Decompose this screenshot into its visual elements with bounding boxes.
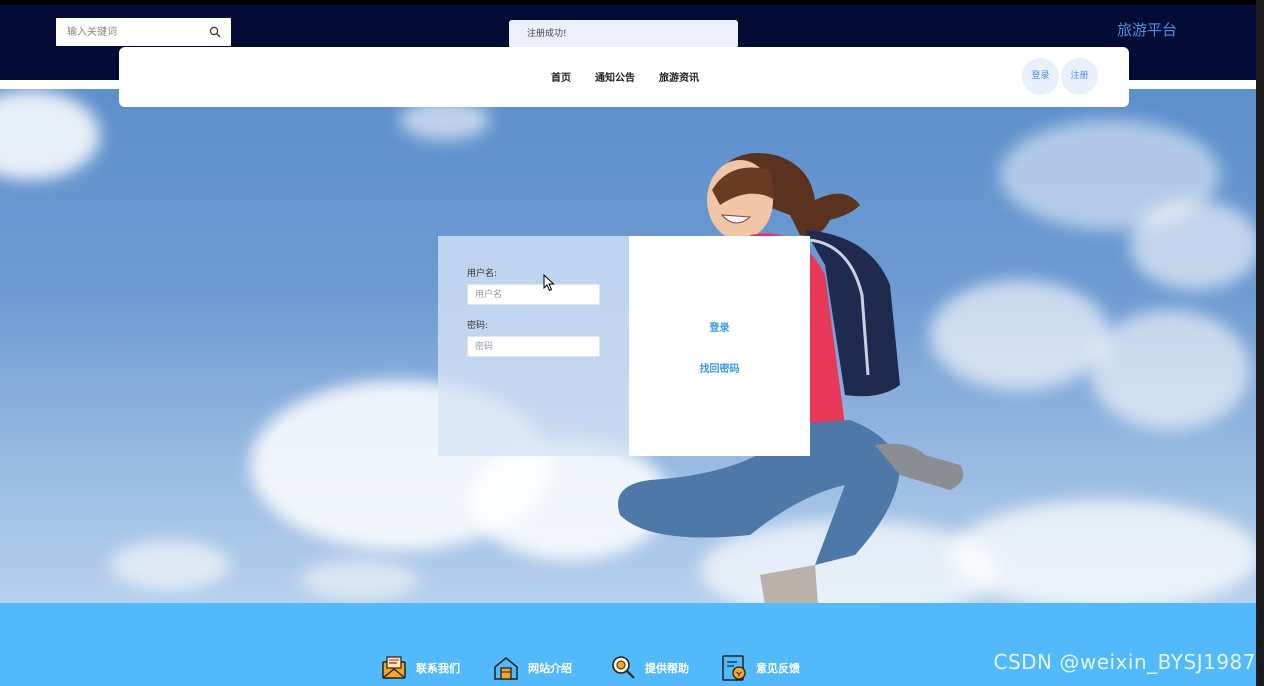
footer-help[interactable]: 提供帮助 (609, 653, 689, 683)
register-button[interactable]: 注册 (1061, 58, 1098, 95)
password-field[interactable] (467, 336, 600, 357)
success-toast: 注册成功! (509, 20, 738, 48)
footer-feedback[interactable]: 意见反馈 (720, 653, 800, 683)
search-box (56, 18, 231, 46)
main-nav: 首页 通知公告 旅游资讯 (551, 69, 699, 84)
footer-help-label: 提供帮助 (645, 662, 689, 675)
help-icon (612, 656, 635, 679)
username-label: 用户名: (467, 269, 498, 279)
username-field[interactable] (467, 284, 600, 305)
mouse-cursor-icon (543, 274, 555, 292)
mail-icon (382, 656, 406, 679)
login-actions: 登录 找回密码 (629, 236, 810, 456)
feedback-icon (722, 655, 746, 681)
password-label: 密码: (467, 321, 489, 331)
login-button[interactable]: 登录 (1022, 58, 1059, 95)
login-form: 用户名: 密码: (438, 236, 629, 456)
footer-about-label: 网站介绍 (528, 662, 572, 675)
browser-page: 注册成功! 旅游平台 首页 通知公告 旅游资讯 登录 注册 用户名: 密码: 登… (0, 0, 1256, 686)
search-input[interactable] (56, 18, 206, 46)
nav-item-notices[interactable]: 通知公告 (595, 69, 635, 84)
login-submit-link[interactable]: 登录 (629, 319, 810, 334)
nav-item-travel-news[interactable]: 旅游资讯 (659, 69, 699, 84)
csdn-watermark: CSDN @weixin_BYSJ1987 (993, 650, 1256, 674)
footer-feedback-label: 意见反馈 (756, 662, 800, 675)
window-edge (1256, 0, 1264, 686)
footer-contact[interactable]: 联系我们 (380, 653, 460, 683)
login-panel: 用户名: 密码: 登录 找回密码 (438, 236, 810, 456)
forgot-password-link[interactable]: 找回密码 (629, 360, 810, 375)
search-icon[interactable] (209, 26, 221, 38)
nav-card: 首页 通知公告 旅游资讯 登录 注册 (119, 47, 1129, 107)
footer-about[interactable]: 网站介绍 (492, 653, 572, 683)
home-icon (494, 657, 518, 680)
nav-item-home[interactable]: 首页 (551, 69, 571, 84)
site-brand[interactable]: 旅游平台 (1117, 19, 1177, 40)
footer-contact-label: 联系我们 (416, 662, 460, 675)
